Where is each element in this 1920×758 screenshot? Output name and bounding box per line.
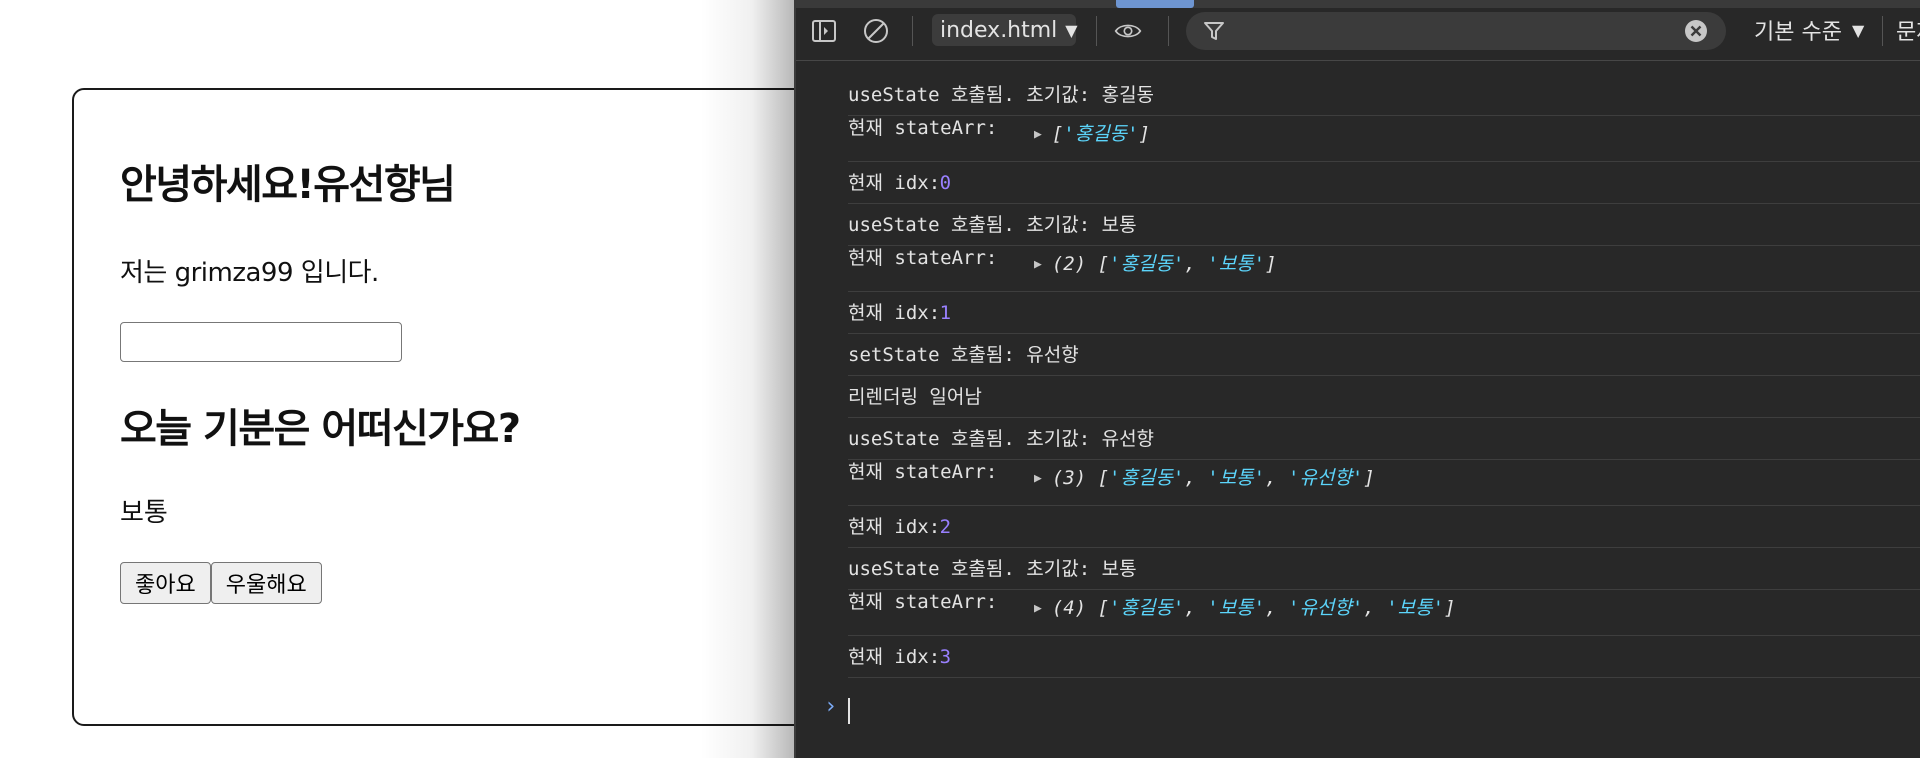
console-log-row: 현재 idx: 2 <box>848 506 1920 548</box>
console-log-row: 현재 stateArr: ▶ (3) ['홍길동', '보통', '유선향'] <box>848 460 1920 506</box>
array-length: (4) <box>1051 597 1098 619</box>
array-string-value: '보통' <box>1386 597 1445 619</box>
console-statearr-label: 현재 stateArr: <box>848 461 1009 483</box>
console-log-text: useState 호출됨. 초기값: 홍길동 <box>848 84 1155 106</box>
console-log-row: useState 호출됨. 초기값: 보통 <box>848 548 1920 590</box>
issues-button[interactable]: 문제 <box>1896 14 1920 46</box>
filter-input[interactable] <box>1242 16 1666 48</box>
console-log-text: setState 호출됨: 유선향 <box>848 344 1079 366</box>
expand-triangle-icon[interactable]: ▶ <box>1034 471 1042 486</box>
toolbar-divider <box>1882 16 1883 46</box>
console-log-row: useState 호출됨. 초기값: 홍길동 <box>848 74 1920 116</box>
console-input-caret[interactable] <box>848 698 850 724</box>
expand-triangle-icon[interactable]: ▶ <box>1034 601 1042 616</box>
console-statearr-label: 현재 stateArr: <box>848 247 1009 269</box>
console-statearr-label: 현재 stateArr: <box>848 117 1009 139</box>
issues-label: 문제 <box>1896 20 1920 45</box>
console-log-row: useState 호출됨. 초기값: 보통 <box>848 204 1920 246</box>
console-statearr-label: 현재 stateArr: <box>848 591 1009 613</box>
app-page: 안녕하세요!유선향님 저는 grimza99 입니다. 오늘 기분은 어떠신가요… <box>0 0 872 758</box>
eye-icon[interactable] <box>1114 17 1142 45</box>
name-input[interactable] <box>120 322 402 362</box>
console-log-row: 현재 stateArr: ▶ ['홍길동'] <box>848 116 1920 162</box>
filter-box <box>1186 12 1726 50</box>
array-string-value: '보통' <box>1207 597 1266 619</box>
console-idx-label: 현재 idx: <box>848 646 952 668</box>
sad-mood-button[interactable]: 우울해요 <box>210 562 322 604</box>
toolbar-divider <box>912 16 913 46</box>
mood-button-row: 좋아요 우울해요 <box>120 562 322 604</box>
intro-text: 저는 grimza99 입니다. <box>120 258 379 288</box>
clear-console-icon[interactable] <box>862 17 890 45</box>
chevron-down-icon: ▼ <box>1851 20 1865 40</box>
console-log-text: useState 호출됨. 초기값: 유선향 <box>848 428 1155 450</box>
array-string-value: '홍길동' <box>1109 253 1185 275</box>
toolbar-divider <box>1168 16 1169 46</box>
console-log-row: 현재 idx: 0 <box>848 162 1920 204</box>
console-log-row: 현재 stateArr: ▶ (2) ['홍길동', '보통'] <box>848 246 1920 292</box>
array-length: (3) <box>1051 467 1098 489</box>
filter-icon <box>1200 17 1228 45</box>
console-log-row: 현재 stateArr: ▶ (4) ['홍길동', '보통', '유선향', '… <box>848 590 1920 636</box>
devtools-panel: index.html ▼ 기본 수준 ▼ 문제 useState 호출됨. 초기값:… <box>794 0 1920 758</box>
array-string-value: '홍길동' <box>1109 467 1185 489</box>
console-log-row: setState 호출됨: 유선향 <box>848 334 1920 376</box>
array-string-value: '유선향' <box>1288 597 1364 619</box>
console-prompt-icon: › <box>824 694 838 719</box>
console-output: useState 호출됨. 초기값: 홍길동현재 stateArr: ▶ ['홍길… <box>796 62 1920 758</box>
expand-triangle-icon[interactable]: ▶ <box>1034 127 1042 142</box>
array-length: (2) <box>1051 253 1098 275</box>
context-selector[interactable]: index.html ▼ <box>932 14 1078 46</box>
console-log-text: 리렌더링 일어남 <box>848 386 982 408</box>
array-string-value: '홍길동' <box>1109 597 1185 619</box>
expandable-array[interactable]: ▶ (2) ['홍길동', '보통'] <box>1034 252 1277 279</box>
log-levels-dropdown[interactable]: 기본 수준 ▼ <box>1754 14 1864 46</box>
sidebar-toggle-icon[interactable] <box>810 17 838 45</box>
expand-triangle-icon[interactable]: ▶ <box>1034 257 1042 272</box>
console-log-row: useState 호출됨. 초기값: 유선향 <box>848 418 1920 460</box>
console-idx-value: 1 <box>939 302 952 324</box>
mood-question-heading: 오늘 기분은 어떠신가요? <box>120 406 521 452</box>
array-string-value: '보통' <box>1207 467 1266 489</box>
console-idx-label: 현재 idx: <box>848 516 952 538</box>
array-string-value: '보통' <box>1207 253 1266 275</box>
log-levels-label: 기본 수준 <box>1754 20 1842 45</box>
expandable-array[interactable]: ▶ ['홍길동'] <box>1034 122 1150 149</box>
current-mood-text: 보통 <box>120 498 168 528</box>
console-log-row: 현재 idx: 1 <box>848 292 1920 334</box>
console-log-text: useState 호출됨. 초기값: 보통 <box>848 214 1137 236</box>
context-label: index.html <box>940 17 1058 43</box>
console-log-row: 현재 idx: 3 <box>848 636 1920 678</box>
active-tab-indicator <box>1116 0 1194 8</box>
console-idx-label: 현재 idx: <box>848 172 952 194</box>
console-idx-label: 현재 idx: <box>848 302 952 324</box>
array-string-value: '유선향' <box>1288 467 1364 489</box>
console-idx-value: 3 <box>939 646 952 668</box>
console-toolbar: index.html ▼ 기본 수준 ▼ 문제 <box>796 0 1920 61</box>
console-idx-value: 0 <box>939 172 952 194</box>
greeting-heading: 안녕하세요!유선향님 <box>120 162 456 208</box>
devtools-tabstrip-edge <box>796 0 1920 8</box>
expandable-array[interactable]: ▶ (3) ['홍길동', '보통', '유선향'] <box>1034 466 1375 493</box>
expandable-array[interactable]: ▶ (4) ['홍길동', '보통', '유선향', '보통'] <box>1034 596 1456 623</box>
console-log-text: useState 호출됨. 초기값: 보통 <box>848 558 1137 580</box>
toolbar-divider <box>1096 16 1097 46</box>
array-string-value: '홍길동' <box>1063 123 1139 145</box>
clear-filter-icon[interactable] <box>1682 17 1710 45</box>
app-card: 안녕하세요!유선향님 저는 grimza99 입니다. 오늘 기분은 어떠신가요… <box>72 88 872 726</box>
good-mood-button[interactable]: 좋아요 <box>120 562 211 604</box>
console-log-row: 리렌더링 일어남 <box>848 376 1920 418</box>
chevron-down-icon: ▼ <box>1065 20 1078 40</box>
console-idx-value: 2 <box>939 516 952 538</box>
